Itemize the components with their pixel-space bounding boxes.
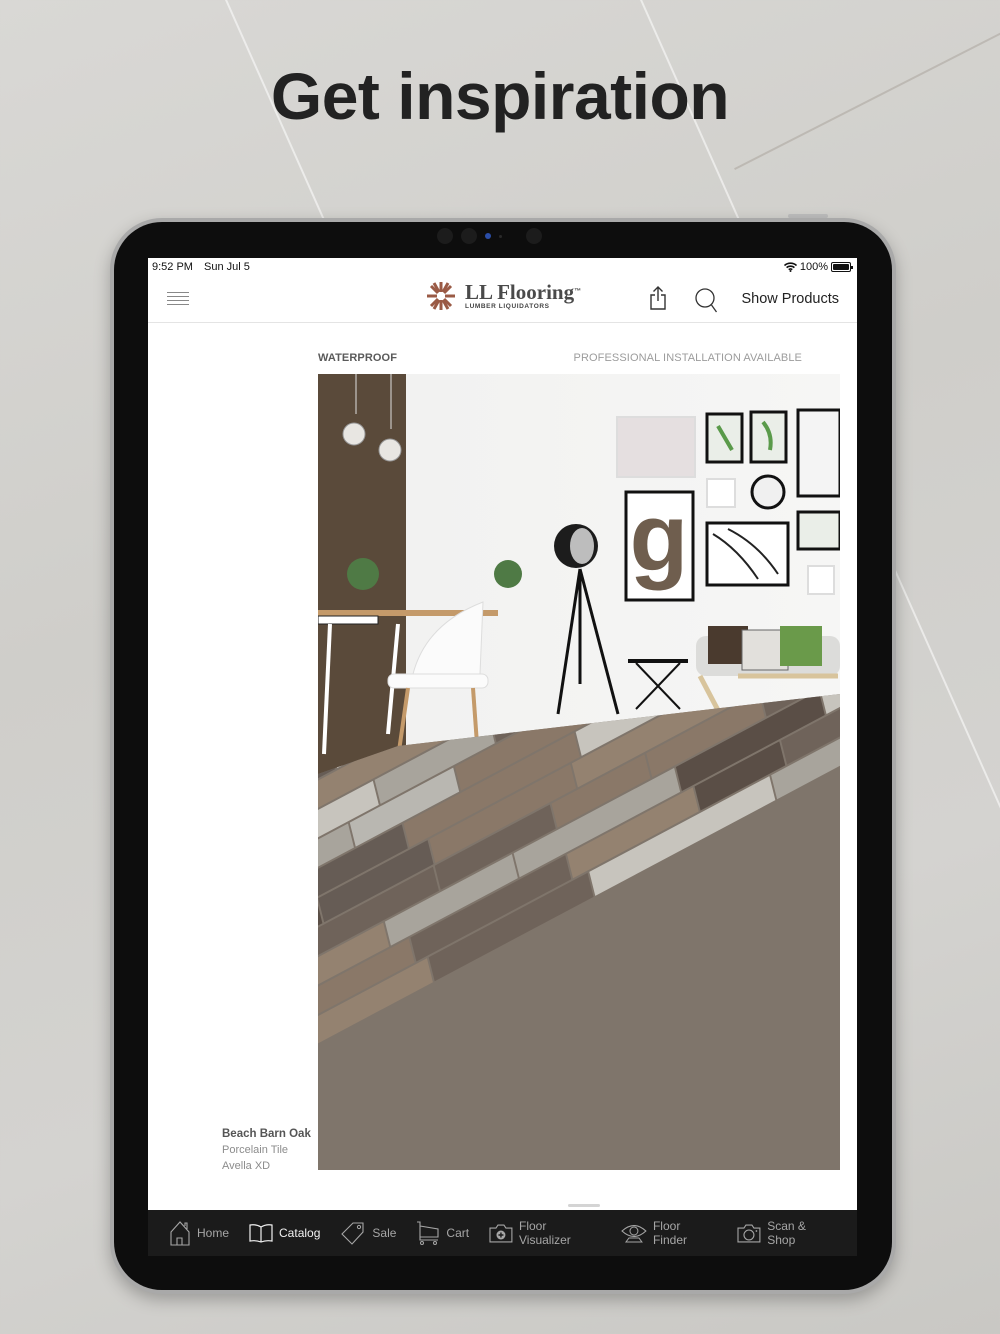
tab-floor-finder[interactable]: Floor Finder [621,1219,717,1247]
menu-line [167,296,189,297]
app-screen: 9:52 PM Sun Jul 5 100% LL Flooring™ LUMB… [148,258,857,1256]
promo-headline: Get inspiration [270,59,730,133]
sensor-icon [437,228,453,244]
menu-line [167,304,189,305]
room-photo[interactable]: g [318,374,840,1170]
camera-lens-icon [485,233,491,239]
logo-name: LL Flooring™ [465,280,582,304]
sensor-icon [526,228,542,244]
nav-bar: LL Flooring™ LUMBER LIQUIDATORS Show Pro… [148,276,857,323]
camera-icon [737,1224,761,1243]
product-name: Beach Barn Oak [222,1128,311,1140]
status-indicators: 100% [783,261,853,273]
show-products-button[interactable]: Show Products [741,291,839,307]
product-caption: Beach Barn Oak Porcelain Tile Avella XD [222,1126,311,1174]
tab-label: Floor Visualizer [518,1219,571,1247]
eye-icon [621,1224,647,1243]
page-scroll-handle[interactable] [568,1204,600,1207]
camera-plus-icon [489,1224,513,1243]
status-bar: 9:52 PM Sun Jul 5 100% [148,258,857,276]
product-type: Porcelain Tile [222,1144,289,1156]
home-icon [170,1221,190,1246]
tag-icon [341,1222,364,1245]
menu-line [167,292,189,293]
tab-label: Sale [372,1226,397,1240]
tab-scan-and-shop[interactable]: Scan & Shop [737,1219,837,1247]
sensor-icon [461,228,477,244]
tab-home[interactable]: Home [169,1220,229,1246]
cart-icon [417,1221,439,1245]
tab-cart[interactable]: Cart [416,1220,469,1246]
trademark: ™ [574,288,582,295]
tab-floor-visualizer[interactable]: Floor Visualizer [489,1219,601,1247]
battery-level [833,264,849,270]
logo-name-text: LL Flooring [465,280,575,304]
logo-text: LL Flooring™ LUMBER LIQUIDATORS [465,280,582,311]
tab-label: Cart [446,1226,470,1240]
tab-catalog[interactable]: Catalog [249,1223,320,1243]
tab-label: Home [197,1226,230,1240]
tab-sale[interactable]: Sale [340,1221,396,1245]
wifi-icon [783,262,797,272]
ll-flooring-logo[interactable]: LL Flooring™ LUMBER LIQUIDATORS [425,280,581,312]
installation-label: PROFESSIONAL INSTALLATION AVAILABLE [573,352,802,364]
menu-line [167,300,189,301]
battery-percent: 100% [799,261,828,273]
book-icon [249,1224,273,1243]
battery-icon [831,262,853,272]
tab-label: Catalog [279,1226,321,1240]
camera-array [437,228,542,244]
tab-label: Scan & Shop [767,1219,806,1247]
status-time: 9:52 PM [152,261,193,273]
search-icon[interactable] [695,288,719,314]
sensor-icon [499,234,502,238]
hamburger-menu-button[interactable] [167,292,189,306]
tab-bar: Home Catalog Sale Cart Floor Visualizer … [148,1210,857,1256]
waterproof-label: WATERPROOF [318,352,398,364]
logo-mark-icon [427,282,455,310]
svg-text:g: g [630,484,689,591]
status-date: Sun Jul 5 [204,261,250,273]
logo-subtitle: LUMBER LIQUIDATORS [465,303,550,310]
tab-label: Floor Finder [652,1219,687,1247]
share-icon[interactable] [648,285,668,311]
product-collection: Avella XD [222,1160,271,1172]
